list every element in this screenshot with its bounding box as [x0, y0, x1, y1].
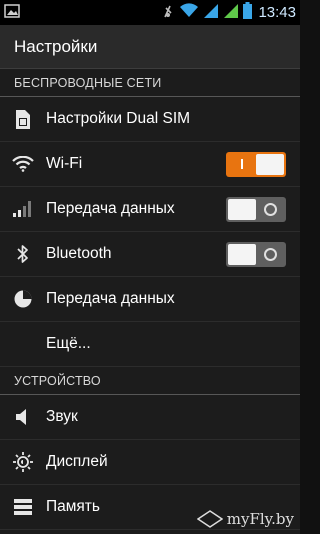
watermark-logo-icon	[196, 510, 223, 528]
wifi-icon	[0, 156, 46, 172]
page-title: Настройки	[14, 36, 98, 56]
toggle-knob	[228, 243, 256, 265]
settings-item-label: Ещё...	[46, 335, 91, 352]
wifi-toggle[interactable]	[226, 151, 286, 177]
sim-card-icon	[0, 109, 46, 129]
section-header-wireless: БЕСПРОВОДНЫЕ СЕТИ	[0, 69, 300, 97]
battery-icon	[243, 2, 253, 23]
settings-item-data-usage[interactable]: Передача данных	[0, 277, 300, 322]
toggle-off-mark	[256, 242, 284, 267]
signal-bars-icon	[0, 200, 46, 218]
toggle-knob	[228, 198, 256, 220]
signal-sim2-icon	[223, 3, 239, 23]
data-usage-icon	[0, 289, 46, 309]
signal-sim1-icon	[203, 3, 219, 23]
status-bar: 13:43	[0, 0, 300, 25]
settings-item-mobile-data[interactable]: Передача данных	[0, 187, 300, 232]
mobile-data-toggle[interactable]	[226, 196, 286, 222]
brightness-icon	[0, 451, 46, 473]
bluetooth-icon	[0, 244, 46, 264]
toggle-knob	[256, 153, 284, 175]
wifi-icon	[179, 3, 199, 22]
mute-icon	[161, 3, 175, 23]
settings-item-dual-sim[interactable]: Настройки Dual SIM	[0, 97, 300, 142]
settings-item-label: Передача данных	[46, 200, 175, 217]
settings-item-label: Дисплей	[46, 453, 108, 470]
settings-item-display[interactable]: Дисплей	[0, 440, 300, 485]
watermark-text: myFly.by	[226, 510, 294, 528]
image-notification-icon	[4, 3, 20, 22]
storage-icon	[0, 498, 46, 516]
settings-list: БЕСПРОВОДНЫЕ СЕТИ Настройки Dual SIM Wi-…	[0, 69, 300, 534]
toggle-on-mark	[228, 152, 256, 177]
action-bar: Настройки	[0, 25, 300, 69]
bluetooth-toggle[interactable]	[226, 241, 286, 267]
section-header-device: УСТРОЙСТВО	[0, 367, 300, 395]
status-time: 13:43	[258, 4, 296, 21]
settings-item-wifi[interactable]: Wi-Fi	[0, 142, 300, 187]
sound-icon	[0, 408, 46, 426]
settings-item-label: Передача данных	[46, 290, 175, 307]
settings-item-label: Настройки Dual SIM	[46, 110, 191, 127]
settings-item-label: Wi-Fi	[46, 155, 83, 172]
settings-item-label: Звук	[46, 408, 78, 425]
settings-item-bluetooth[interactable]: Bluetooth	[0, 232, 300, 277]
settings-item-more[interactable]: Ещё...	[0, 322, 300, 367]
settings-item-sound[interactable]: Звук	[0, 395, 300, 440]
toggle-off-mark	[256, 197, 284, 222]
settings-item-label: Bluetooth	[46, 245, 112, 262]
watermark: myFly.by	[196, 510, 294, 528]
